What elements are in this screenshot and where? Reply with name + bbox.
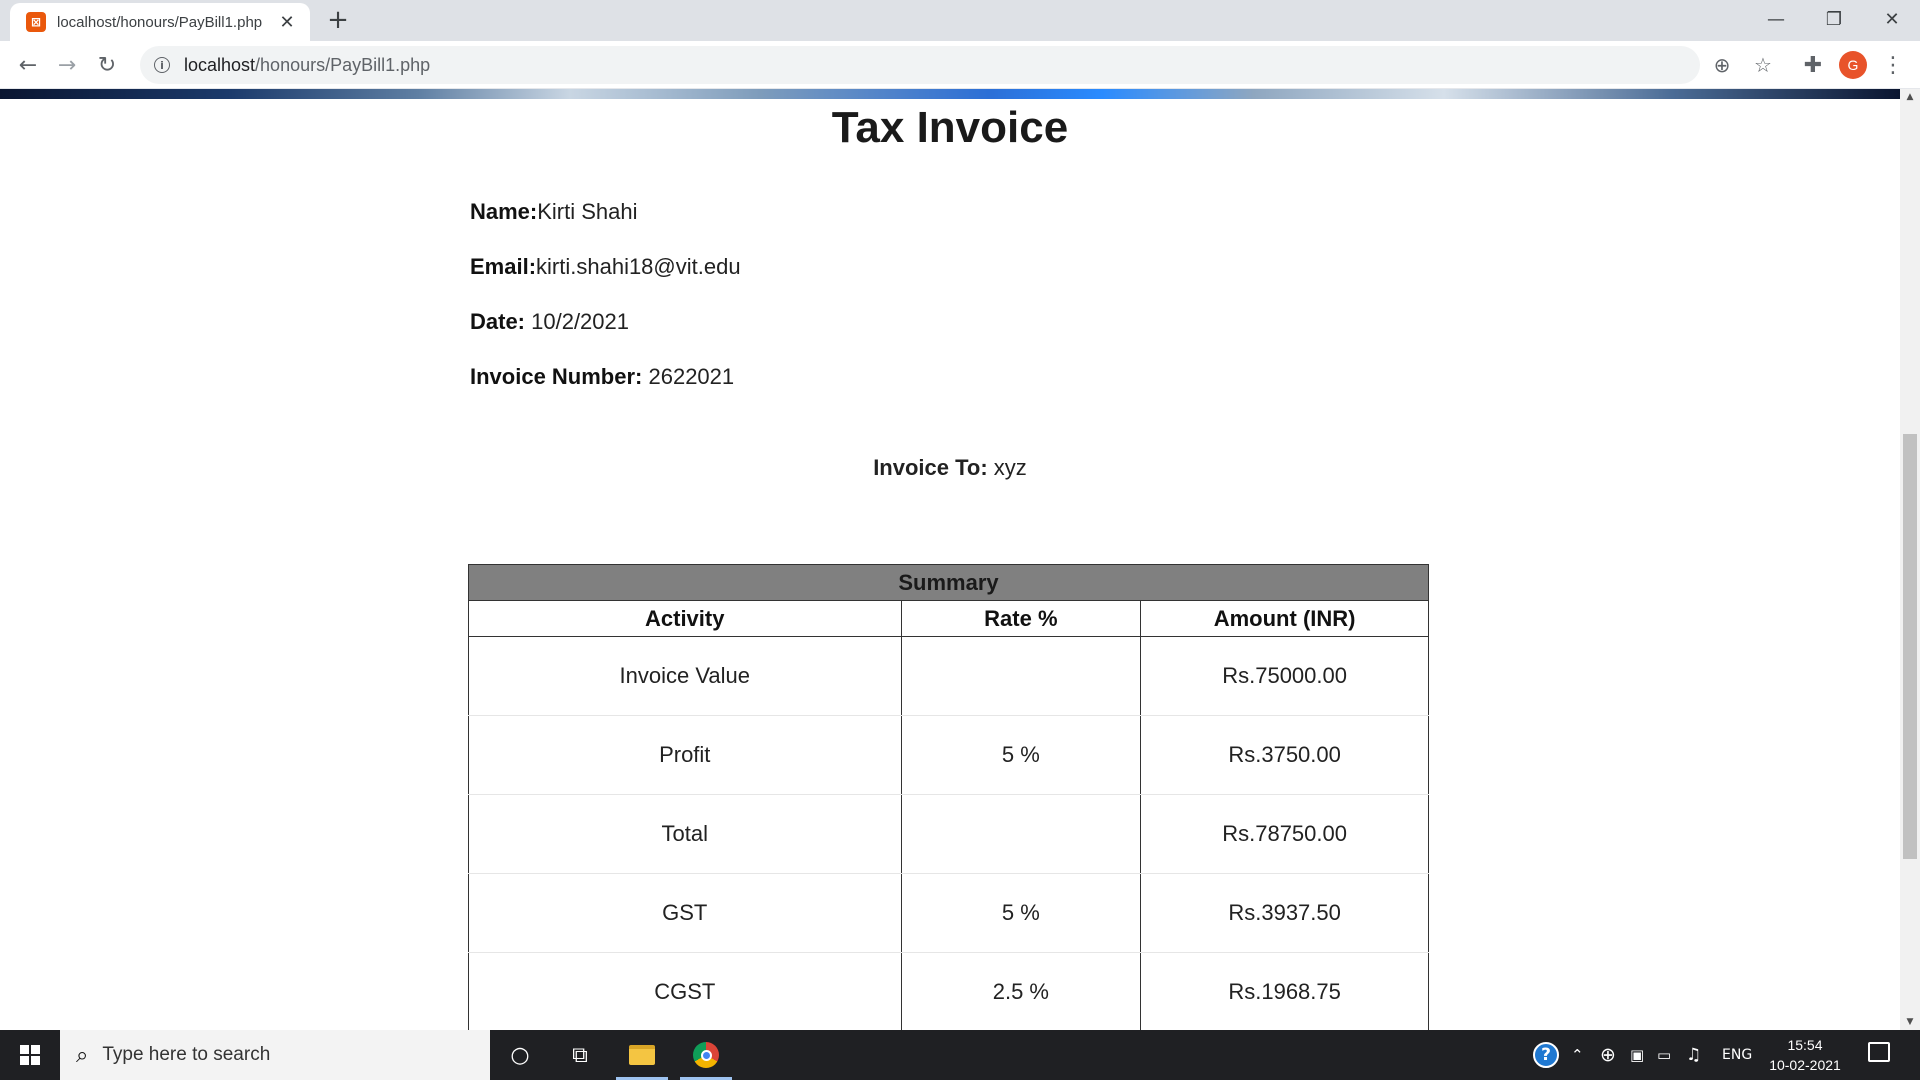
chrome-icon	[693, 1042, 719, 1068]
rate-cell	[900, 636, 1142, 716]
meet-now-icon[interactable]: ▣	[1630, 1030, 1644, 1080]
browser-toolbar: ← → ↻ i localhost/honours/PayBill1.php ⊕…	[0, 41, 1920, 89]
table-row: Total Rs.78750.00	[468, 794, 1429, 874]
amount-cell: Rs.75000.00	[1140, 636, 1429, 716]
close-window-button[interactable]: ✕	[1864, 0, 1920, 38]
amount-cell: Rs.3750.00	[1140, 715, 1429, 795]
taskbar-clock[interactable]: 15:54 10-02-2021	[1760, 1035, 1850, 1075]
taskbar-search-box[interactable]: ⌕ Type here to search	[60, 1030, 490, 1080]
header-banner-image	[0, 89, 1900, 99]
tab-strip: ⊠ localhost/honours/PayBill1.php ✕ + — ❐…	[0, 0, 1920, 41]
new-tab-button[interactable]: +	[323, 5, 353, 35]
table-row: CGST 2.5 % Rs.1968.75	[468, 952, 1429, 1030]
page-title: Tax Invoice	[831, 103, 1069, 152]
url-path: /honours/PayBill1.php	[255, 54, 431, 75]
date-value: 10/2/2021	[525, 309, 629, 334]
name-field: Name:Kirti Shahi	[470, 199, 638, 225]
scroll-down-arrow-icon[interactable]: ▼	[1900, 1014, 1920, 1030]
column-header-rate: Rate %	[900, 600, 1142, 637]
extensions-puzzle-icon[interactable]: ✚	[1797, 49, 1829, 81]
table-row: Invoice Value Rs.75000.00	[468, 636, 1429, 716]
chrome-taskbar-button[interactable]	[676, 1030, 736, 1080]
task-view-icon[interactable]: ⧉	[550, 1030, 610, 1080]
search-placeholder: Type here to search	[102, 1044, 271, 1065]
email-value: kirti.shahi18@vit.edu	[536, 254, 741, 279]
minimize-button[interactable]: —	[1748, 0, 1804, 38]
address-bar[interactable]: i localhost/honours/PayBill1.php ⊕ ☆	[140, 46, 1772, 84]
rate-cell: 5 %	[900, 873, 1142, 953]
amount-cell: Rs.1968.75	[1140, 952, 1429, 1030]
battery-icon[interactable]: ▭	[1657, 1030, 1671, 1080]
search-icon: ⌕	[76, 1042, 89, 1068]
date-field: Date: 10/2/2021	[470, 309, 629, 335]
bookmark-star-icon[interactable]: ☆	[1748, 50, 1778, 80]
column-header-amount: Amount (INR)	[1140, 600, 1429, 637]
tray-chevron-up-icon[interactable]: ⌃	[1571, 1030, 1584, 1080]
activity-cell: Total	[468, 794, 902, 874]
reload-icon[interactable]: ↻	[91, 49, 123, 81]
rate-cell: 5 %	[900, 715, 1142, 795]
restore-button[interactable]: ❐	[1806, 0, 1862, 38]
scroll-up-arrow-icon[interactable]: ▲	[1900, 89, 1920, 105]
invoice-to-label: Invoice To:	[873, 455, 988, 480]
clock-time: 15:54	[1787, 1037, 1823, 1053]
rate-cell	[900, 794, 1142, 874]
url-host: localhost	[184, 54, 256, 75]
network-globe-icon[interactable]: ⊕	[1600, 1030, 1616, 1080]
email-label: Email:	[470, 254, 537, 279]
help-icon-wrapper[interactable]: ?	[1533, 1030, 1559, 1080]
file-explorer-button[interactable]	[612, 1030, 672, 1080]
xampp-favicon-icon: ⊠	[26, 12, 46, 32]
summary-table: Summary Activity Rate % Amount (INR) Inv…	[468, 564, 1429, 1030]
menu-kebab-icon[interactable]: ⋮	[1877, 49, 1909, 81]
amount-cell: Rs.3937.50	[1140, 873, 1429, 953]
activity-cell: CGST	[468, 952, 902, 1030]
table-row: GST 5 % Rs.3937.50	[468, 873, 1429, 953]
clock-date: 10-02-2021	[1769, 1057, 1841, 1073]
rate-cell: 2.5 %	[900, 952, 1142, 1030]
vertical-scrollbar[interactable]: ▲ ▼	[1900, 89, 1920, 1030]
date-label: Date:	[470, 309, 526, 334]
invoice-number-label: Invoice Number:	[470, 364, 643, 389]
cortana-circle-icon[interactable]: ○	[490, 1030, 550, 1080]
profile-avatar[interactable]: G	[1839, 51, 1867, 79]
tab-close-icon[interactable]: ✕	[276, 12, 298, 33]
site-info-icon[interactable]: i	[154, 57, 170, 73]
invoice-to-value: xyz	[987, 455, 1027, 480]
browser-tab[interactable]: ⊠ localhost/honours/PayBill1.php ✕	[10, 3, 310, 41]
email-field: Email:kirti.shahi18@vit.edu	[470, 254, 741, 280]
folder-icon	[629, 1045, 655, 1065]
language-indicator[interactable]: ENG	[1722, 1030, 1752, 1080]
tab-title: localhost/honours/PayBill1.php	[57, 13, 263, 31]
column-header-activity: Activity	[468, 600, 902, 637]
scrollbar-thumb[interactable]	[1903, 434, 1917, 859]
notifications-icon[interactable]	[1868, 1042, 1890, 1062]
activity-cell: Invoice Value	[468, 636, 902, 716]
summary-caption: Summary	[468, 564, 1429, 601]
forward-arrow-icon[interactable]: →	[51, 49, 83, 81]
invoice-number-value: 2622021	[642, 364, 735, 389]
table-row: Profit 5 % Rs.3750.00	[468, 715, 1429, 795]
start-button[interactable]	[0, 1030, 60, 1080]
page-viewport: Tax Invoice Name:Kirti Shahi Email:kirti…	[0, 89, 1900, 1030]
zoom-icon[interactable]: ⊕	[1707, 50, 1737, 80]
invoice-to: Invoice To: xyz	[0, 455, 1900, 481]
name-label: Name:	[470, 199, 538, 224]
help-icon: ?	[1533, 1042, 1559, 1068]
activity-cell: Profit	[468, 715, 902, 795]
volume-icon[interactable]: ♫	[1686, 1030, 1701, 1080]
back-arrow-icon[interactable]: ←	[12, 49, 44, 81]
windows-logo-icon	[20, 1045, 40, 1065]
activity-cell: GST	[468, 873, 902, 953]
name-value: Kirti Shahi	[537, 199, 638, 224]
invoice-number-field: Invoice Number: 2622021	[470, 364, 734, 390]
amount-cell: Rs.78750.00	[1140, 794, 1429, 874]
windows-taskbar: ⌕ Type here to search ○ ⧉ ? ⌃ ⊕ ▣ ▭ ♫ EN…	[0, 1030, 1920, 1080]
